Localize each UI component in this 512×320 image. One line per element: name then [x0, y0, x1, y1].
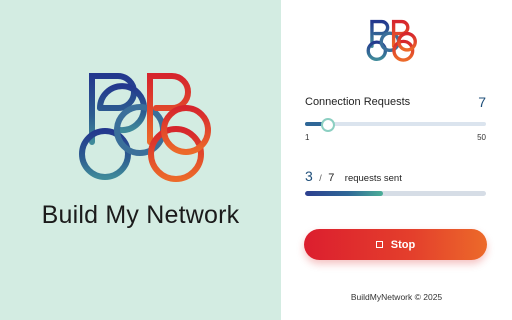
slider-thumb[interactable] [321, 118, 336, 132]
connection-requests-value: 7 [478, 94, 486, 110]
requests-progress-fill [305, 191, 383, 196]
requests-total-count: 7 [328, 172, 335, 184]
left-brand-panel: Build My Network [0, 0, 281, 320]
control-panel: Connection Requests 7 1 50 3 / 7 request… [281, 0, 512, 320]
brand-name: Build My Network [41, 201, 240, 229]
requests-sent-count: 3 [305, 168, 313, 184]
requests-sent-text: requests sent [344, 173, 402, 184]
stop-square-icon [375, 241, 383, 248]
connection-requests-slider[interactable] [305, 118, 486, 132]
requests-sent-separator: / [319, 173, 322, 183]
stop-button[interactable]: Stop [304, 229, 487, 260]
requests-sent-status: 3 / 7 requests sent [305, 168, 402, 186]
bbb-rings-logo-icon [79, 73, 211, 182]
slider-max-label: 50 [477, 133, 486, 142]
connection-requests-label: Connection Requests [305, 96, 411, 108]
bbb-rings-logo-icon [366, 19, 417, 62]
requests-progress-bar [305, 191, 486, 196]
stop-button-label: Stop [390, 238, 416, 251]
slider-min-label: 1 [305, 133, 310, 142]
footer-copyright: BuildMyNetwork © 2025 [350, 292, 443, 302]
